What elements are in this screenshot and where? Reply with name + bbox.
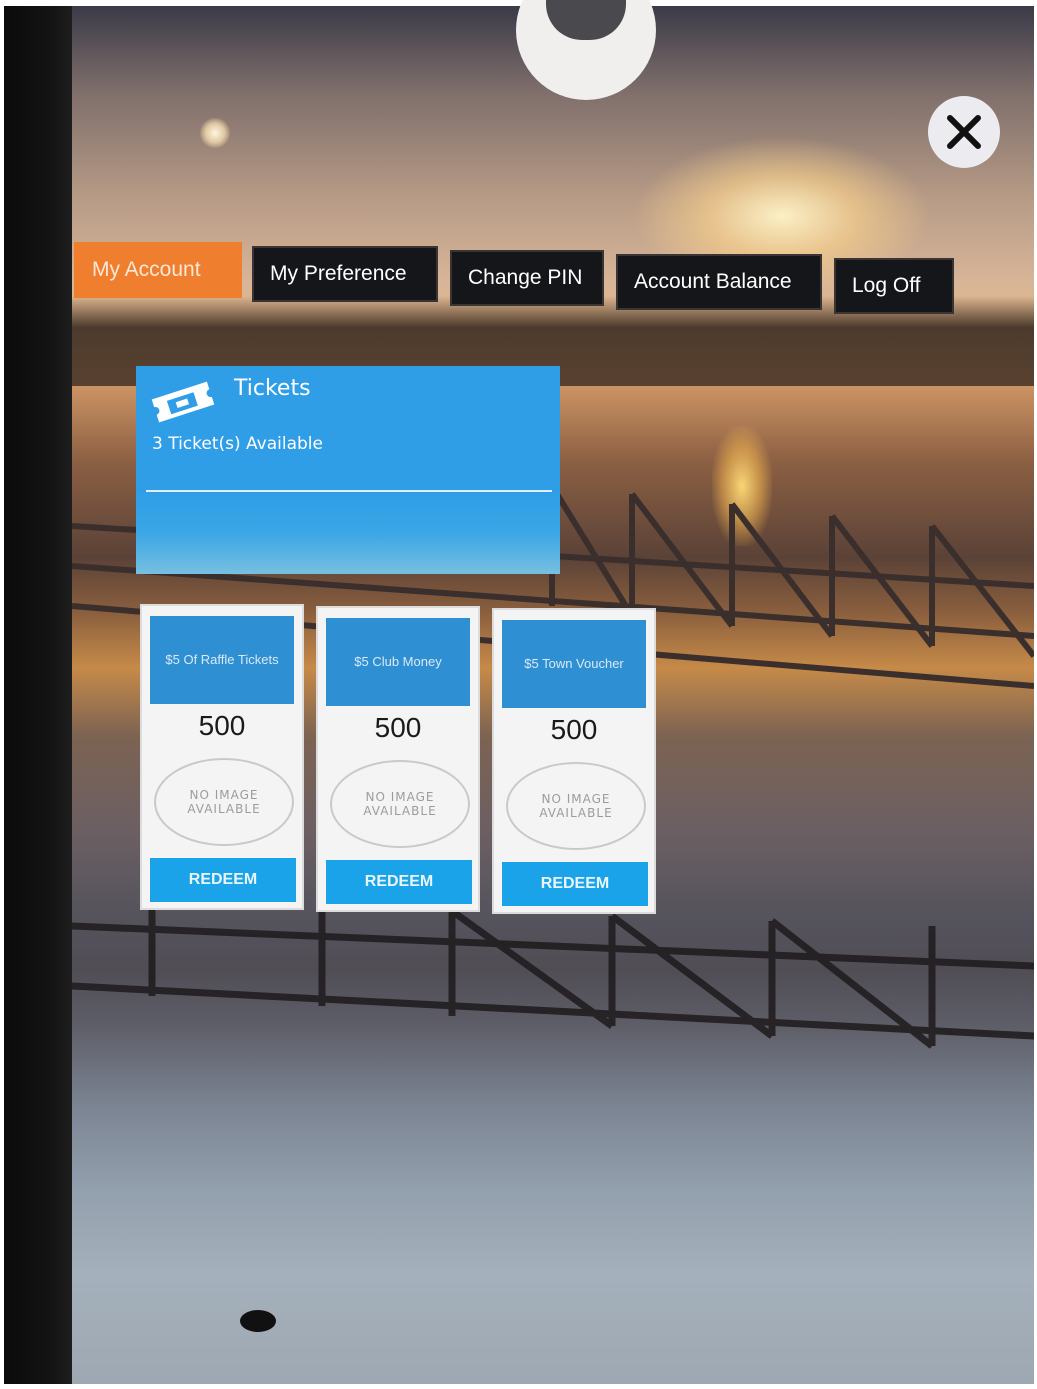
no-image-placeholder: NO IMAGE AVAILABLE: [154, 758, 294, 846]
screen-glare: [200, 118, 230, 148]
device-bezel: [4, 6, 72, 1384]
account-tabs: My Account My Preference Change PIN Acco…: [74, 240, 954, 320]
tickets-card: Tickets 3 Ticket(s) Available: [136, 366, 560, 574]
tickets-available-text: 3 Ticket(s) Available: [152, 434, 323, 454]
bridge-reflection: [72, 906, 1034, 1049]
reward-card-club-money: $5 Club Money 500 NO IMAGE AVAILABLE RED…: [316, 606, 480, 912]
no-image-placeholder: NO IMAGE AVAILABLE: [330, 760, 470, 848]
tab-my-preference[interactable]: My Preference: [252, 246, 438, 302]
redeem-button[interactable]: REDEEM: [150, 858, 296, 902]
no-image-placeholder: NO IMAGE AVAILABLE: [506, 762, 646, 850]
reward-card-raffle: $5 Of Raffle Tickets 500 NO IMAGE AVAILA…: [140, 604, 304, 910]
reward-name: $5 Of Raffle Tickets: [150, 616, 294, 704]
photo-frame: My Account My Preference Change PIN Acco…: [0, 0, 1037, 1389]
redeem-button[interactable]: REDEEM: [326, 860, 472, 904]
tab-account-balance[interactable]: Account Balance: [616, 254, 822, 310]
dark-spot: [240, 1310, 276, 1332]
tab-my-account[interactable]: My Account: [74, 242, 242, 298]
close-icon: [947, 115, 981, 149]
close-button[interactable]: [928, 96, 1000, 168]
reward-points: 500: [374, 712, 422, 743]
tickets-title: Tickets: [234, 376, 311, 401]
reward-name: $5 Club Money: [326, 618, 470, 706]
avatar-silhouette-icon: [546, 0, 626, 40]
reward-points: 500: [550, 714, 598, 745]
divider: [146, 490, 552, 492]
tab-change-pin[interactable]: Change PIN: [450, 250, 604, 306]
tab-log-off[interactable]: Log Off: [834, 258, 954, 314]
reward-name: $5 Town Voucher: [502, 620, 646, 708]
reward-points: 500: [198, 710, 246, 741]
reward-card-town-voucher: $5 Town Voucher 500 NO IMAGE AVAILABLE R…: [492, 608, 656, 914]
redeem-button[interactable]: REDEEM: [502, 862, 648, 906]
ticket-icon: [151, 381, 215, 423]
